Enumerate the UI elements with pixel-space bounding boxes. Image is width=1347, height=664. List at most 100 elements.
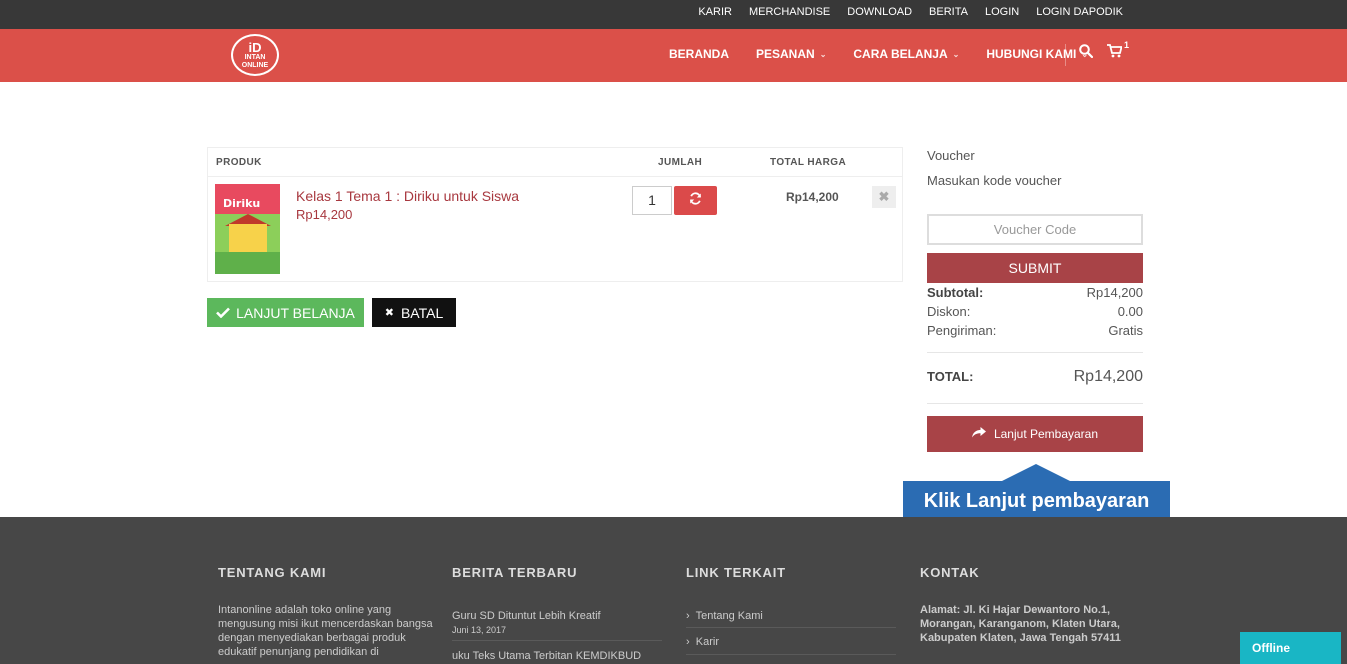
shipping-label: Pengiriman: bbox=[927, 323, 997, 338]
footer-heading: LINK TERKAIT bbox=[686, 565, 786, 580]
top-link-login[interactable]: LOGIN bbox=[985, 6, 1019, 18]
voucher-code-input[interactable] bbox=[927, 214, 1143, 245]
footer-divider bbox=[452, 640, 662, 641]
subtotal-value: Rp14,200 bbox=[1086, 285, 1143, 300]
voucher-submit-button[interactable]: SUBMIT bbox=[927, 253, 1143, 283]
footer-contact-text: Alamat: Jl. Ki Hajar Dewantoro No.1, Mor… bbox=[920, 604, 1121, 644]
chevron-down-icon: ⌄ bbox=[952, 49, 960, 59]
remove-item-button[interactable]: ✖ bbox=[872, 186, 896, 208]
col-header-total: TOTAL HARGA bbox=[770, 157, 847, 168]
site-logo[interactable]: iD INTAN ONLINE bbox=[231, 34, 279, 76]
footer-col-news: BERITA TERBARU bbox=[452, 565, 577, 580]
proceed-payment-button[interactable]: Lanjut Pembayaran bbox=[927, 416, 1143, 452]
logo-mark: iD bbox=[248, 40, 262, 55]
total-label: TOTAL: bbox=[927, 369, 974, 384]
chevron-right-icon: › bbox=[686, 610, 690, 622]
chevron-down-icon: ⌄ bbox=[819, 49, 827, 59]
main-menu: BERANDA PESANAN ⌄ CARA BELANJA ⌄ HUBUNGI K… bbox=[669, 47, 1115, 61]
continue-shopping-label: LANJUT BELANJA bbox=[236, 304, 355, 321]
footer-heading: KONTAK bbox=[920, 565, 980, 580]
subtotal-row: Subtotal: Rp14,200 bbox=[927, 285, 1143, 300]
cancel-button[interactable]: ✖ BATAL bbox=[372, 298, 456, 327]
menu-item-beranda[interactable]: BERANDA bbox=[669, 47, 729, 61]
menu-label: BERANDA bbox=[669, 47, 729, 61]
menu-label: CARA BELANJA bbox=[853, 47, 948, 61]
menu-item-hubungi-kami[interactable]: HUBUNGI KAMI ⌄ bbox=[986, 47, 1088, 61]
news-link[interactable]: uku Teks Utama Terbitan KEMDIKBUD bbox=[452, 650, 641, 662]
top-link-login-dapodik[interactable]: LOGIN DAPODIK bbox=[1036, 6, 1123, 18]
refresh-icon bbox=[689, 191, 702, 210]
footer-divider bbox=[686, 654, 896, 655]
shipping-value: Gratis bbox=[1108, 323, 1143, 338]
discount-value: 0.00 bbox=[1117, 304, 1143, 319]
close-icon: ✖ bbox=[878, 189, 890, 204]
top-links: KARIR MERCHANDISE DOWNLOAD BERITA LOGIN … bbox=[698, 6, 1123, 18]
news-date: Juni 13, 2017 bbox=[452, 625, 507, 635]
main-navbar: iD INTAN ONLINE BERANDA PESANAN ⌄ CARA BE… bbox=[0, 29, 1347, 82]
discount-label: Diskon: bbox=[927, 304, 971, 319]
col-header-qty: JUMLAH bbox=[658, 157, 703, 168]
cart-table: PRODUK JUMLAH TOTAL HARGA Diriku Kelas 1… bbox=[207, 147, 903, 282]
total-value: Rp14,200 bbox=[1073, 368, 1143, 385]
cart-table-header: PRODUK JUMLAH TOTAL HARGA bbox=[208, 148, 902, 177]
top-link-berita[interactable]: BERITA bbox=[929, 6, 968, 18]
summary-divider bbox=[927, 352, 1143, 353]
product-price: Rp14,200 bbox=[296, 207, 353, 222]
footer-link-label: Karir bbox=[695, 636, 720, 648]
top-link-merchandise[interactable]: MERCHANDISE bbox=[749, 6, 830, 18]
footer-col-about: TENTANG KAMI bbox=[218, 565, 326, 580]
menu-label: PESANAN bbox=[756, 47, 815, 61]
footer-about-text: Intanonline adalah toko online yang meng… bbox=[218, 604, 433, 658]
chat-status-widget[interactable]: Offline bbox=[1240, 632, 1341, 664]
product-image[interactable]: Diriku bbox=[215, 184, 280, 274]
voucher-subtitle: Masukan kode voucher bbox=[927, 173, 1062, 188]
menu-item-cara-belanja[interactable]: CARA BELANJA ⌄ bbox=[853, 47, 959, 61]
continue-shopping-button[interactable]: LANJUT BELANJA bbox=[207, 298, 364, 327]
line-total: Rp14,200 bbox=[786, 190, 839, 204]
top-link-download[interactable]: DOWNLOAD bbox=[847, 6, 912, 18]
cover-title: Diriku bbox=[223, 197, 261, 210]
discount-row: Diskon: 0.00 bbox=[927, 304, 1143, 319]
footer-heading: TENTANG KAMI bbox=[218, 565, 327, 580]
menu-item-pesanan[interactable]: PESANAN ⌄ bbox=[756, 47, 826, 61]
col-header-product: PRODUK bbox=[216, 157, 262, 168]
voucher-title: Voucher bbox=[927, 148, 975, 163]
total-row: TOTAL: Rp14,200 bbox=[927, 368, 1143, 386]
product-name-link[interactable]: Kelas 1 Tema 1 : Diriku untuk Siswa bbox=[296, 188, 519, 204]
top-link-karir[interactable]: KARIR bbox=[698, 6, 732, 18]
instruction-callout: Klik Lanjut pembayaran bbox=[903, 481, 1170, 522]
cart-count-badge: 1 bbox=[1124, 40, 1130, 50]
subtotal-label: Subtotal: bbox=[927, 285, 984, 300]
logo-text-intan: INTAN bbox=[244, 54, 266, 61]
cover-house bbox=[229, 224, 267, 252]
cancel-label: BATAL bbox=[400, 304, 444, 321]
cover-ground bbox=[215, 252, 280, 274]
footer-link-label: Tentang Kami bbox=[695, 610, 763, 622]
menu-label: HUBUNGI KAMI bbox=[986, 47, 1077, 61]
logo-text-online: ONLINE bbox=[241, 62, 269, 69]
nav-icons: 1 bbox=[1065, 40, 1129, 66]
share-arrow-icon bbox=[971, 427, 986, 441]
callout-arrow bbox=[1000, 464, 1072, 482]
summary-divider bbox=[927, 403, 1143, 404]
quantity-input[interactable]: 1 bbox=[632, 186, 672, 215]
check-icon bbox=[216, 305, 231, 321]
cart-button[interactable]: 1 bbox=[1107, 40, 1129, 63]
update-quantity-button[interactable] bbox=[674, 186, 717, 215]
proceed-payment-label: Lanjut Pembayaran bbox=[993, 427, 1099, 441]
footer-heading: BERITA TERBARU bbox=[452, 565, 578, 580]
top-bar: KARIR MERCHANDISE DOWNLOAD BERITA LOGIN … bbox=[0, 0, 1347, 29]
shipping-row: Pengiriman: Gratis bbox=[927, 323, 1143, 338]
nav-divider bbox=[1065, 44, 1066, 66]
footer-divider bbox=[686, 627, 896, 628]
footer-col-links: LINK TERKAIT bbox=[686, 565, 786, 580]
news-link[interactable]: Guru SD Dituntut Lebih Kreatif bbox=[452, 610, 601, 622]
footer-link-tentang-kami[interactable]: › Tentang Kami bbox=[686, 610, 763, 622]
footer-col-contact: KONTAK bbox=[920, 565, 979, 580]
site-footer: TENTANG KAMI Intanonline adalah toko onl… bbox=[0, 517, 1347, 664]
shopping-cart-icon bbox=[1107, 44, 1123, 62]
search-icon[interactable] bbox=[1079, 44, 1094, 63]
close-icon: ✖ bbox=[384, 307, 394, 319]
chevron-right-icon: › bbox=[686, 636, 690, 648]
footer-link-karir[interactable]: › Karir bbox=[686, 636, 719, 648]
